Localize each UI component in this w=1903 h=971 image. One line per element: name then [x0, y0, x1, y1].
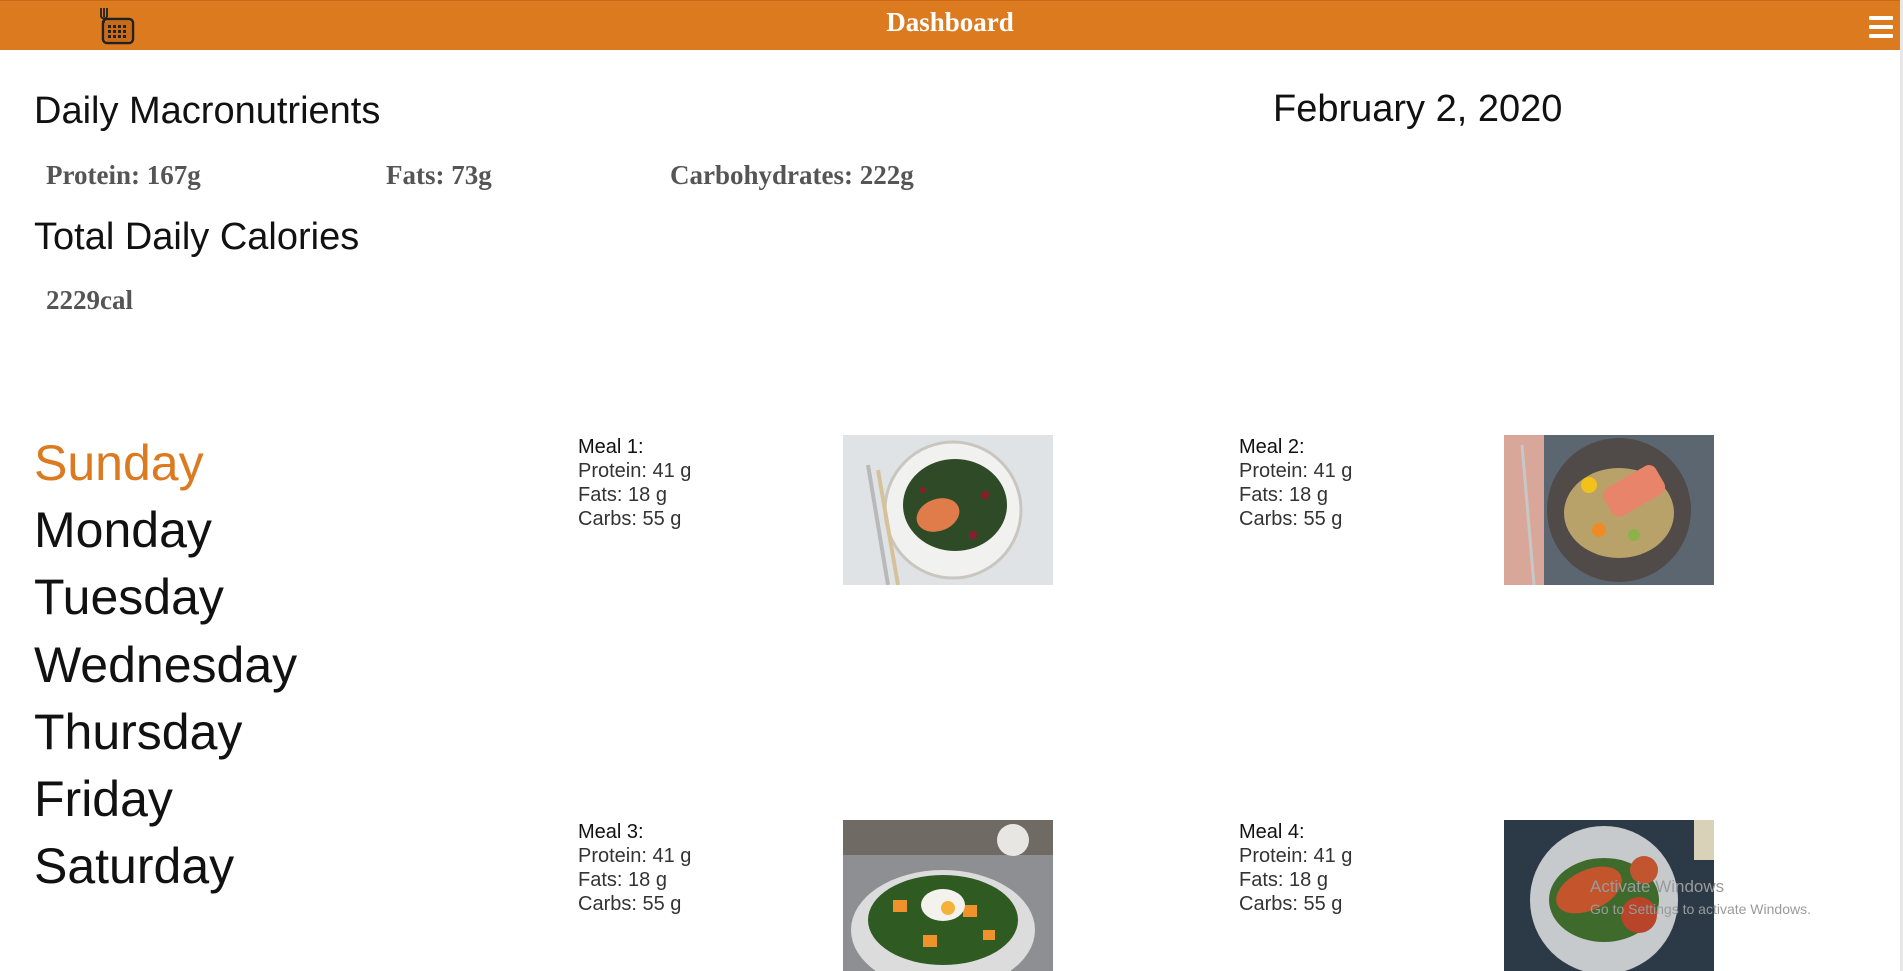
meal-fats: Fats: 18 g — [1239, 869, 1328, 891]
meal-card-1: Meal 1: Protein: 41 g Fats: 18 g Carbs: … — [578, 435, 691, 531]
calories-total: 2229cal — [46, 285, 133, 315]
top-bar: Dashboard — [0, 0, 1900, 50]
day-wednesday[interactable]: Wednesday — [34, 636, 297, 694]
day-friday[interactable]: Friday — [34, 770, 173, 828]
meal-title: Meal 3: — [578, 821, 644, 843]
activation-watermark-subtitle: Go to Settings to activate Windows. — [1590, 901, 1811, 917]
meal-protein: Protein: 41 g — [1239, 460, 1353, 482]
day-sunday[interactable]: Sunday — [34, 434, 204, 492]
meal-protein: Protein: 41 g — [1239, 845, 1353, 867]
day-thursday[interactable]: Thursday — [34, 703, 242, 761]
meal-card-4: Meal 4: Protein: 41 g Fats: 18 g Carbs: … — [1239, 820, 1352, 916]
hamburger-menu-icon[interactable] — [1869, 16, 1893, 38]
protein-total: Protein: 167g — [46, 160, 201, 190]
meal-fats: Fats: 18 g — [1239, 484, 1328, 506]
meal-1-image[interactable] — [843, 435, 1053, 585]
carbs-total: Carbohydrates: 222g — [670, 160, 914, 190]
meal-3-image[interactable] — [843, 820, 1053, 971]
meal-carbs: Carbs: 55 g — [1239, 508, 1343, 530]
meal-card-2: Meal 2: Protein: 41 g Fats: 18 g Carbs: … — [1239, 435, 1352, 531]
meal-card-3: Meal 3: Protein: 41 g Fats: 18 g Carbs: … — [578, 820, 691, 916]
current-date: February 2, 2020 — [1273, 88, 1563, 130]
fats-total: Fats: 73g — [386, 160, 492, 190]
meal-carbs: Carbs: 55 g — [578, 893, 682, 915]
calories-heading: Total Daily Calories — [34, 216, 360, 258]
day-tuesday[interactable]: Tuesday — [34, 568, 224, 626]
meal-carbs: Carbs: 55 g — [1239, 893, 1343, 915]
meal-title: Meal 1: — [578, 436, 644, 458]
page-title: Dashboard — [886, 7, 1014, 37]
meal-protein: Protein: 41 g — [578, 845, 692, 867]
day-monday[interactable]: Monday — [34, 501, 212, 559]
meal-title: Meal 2: — [1239, 436, 1305, 458]
meal-title: Meal 4: — [1239, 821, 1305, 843]
meal-carbs: Carbs: 55 g — [578, 508, 682, 530]
day-saturday[interactable]: Saturday — [34, 837, 234, 895]
activation-watermark-title: Activate Windows — [1590, 877, 1725, 896]
macros-heading: Daily Macronutrients — [34, 90, 381, 132]
meal-fats: Fats: 18 g — [578, 484, 667, 506]
meal-2-image[interactable] — [1504, 435, 1714, 585]
meal-fats: Fats: 18 g — [578, 869, 667, 891]
meal-protein: Protein: 41 g — [578, 460, 692, 482]
